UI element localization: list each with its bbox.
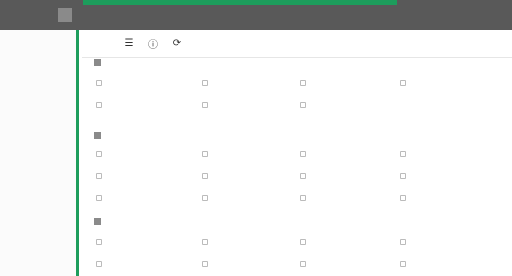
menu-link[interactable]	[96, 236, 105, 248]
menu-link[interactable]	[300, 192, 309, 204]
menu-link[interactable]	[400, 170, 409, 182]
menu-link[interactable]	[202, 148, 211, 160]
menu-link[interactable]	[96, 192, 105, 204]
menu-link[interactable]	[202, 192, 211, 204]
link-icon	[400, 151, 406, 157]
menu-link[interactable]	[300, 236, 309, 248]
link-icon	[96, 173, 102, 179]
menu-link[interactable]	[300, 170, 309, 182]
accent-strip	[83, 0, 397, 5]
link-icon	[202, 80, 208, 86]
section-icon	[94, 58, 101, 66]
menu-link[interactable]	[96, 258, 105, 270]
top-bar	[0, 0, 512, 30]
menu-link[interactable]	[96, 170, 105, 182]
link-icon	[300, 102, 306, 108]
menu-link[interactable]	[400, 77, 409, 89]
link-icon	[96, 195, 102, 201]
refresh-icon[interactable]: ⟳	[170, 36, 184, 50]
menu-link[interactable]	[202, 77, 211, 89]
link-icon	[96, 80, 102, 86]
sidebar	[0, 30, 79, 276]
link-icon	[202, 195, 208, 201]
link-icon	[202, 261, 208, 267]
link-icon	[300, 80, 306, 86]
link-icon	[300, 261, 306, 267]
link-icon	[202, 151, 208, 157]
menu-link[interactable]	[96, 99, 105, 111]
toolbar-divider	[82, 57, 512, 58]
link-icon	[400, 80, 406, 86]
menu-link[interactable]	[400, 236, 409, 248]
menu-link[interactable]	[96, 77, 105, 89]
menu-link[interactable]	[202, 236, 211, 248]
menu-link[interactable]	[400, 148, 409, 160]
link-icon	[400, 239, 406, 245]
section-header	[94, 128, 107, 142]
menu-link[interactable]	[202, 99, 211, 111]
link-icon	[300, 195, 306, 201]
link-icon	[202, 173, 208, 179]
main-panel: ☰ ⓘ ⟳	[82, 30, 512, 276]
link-icon	[96, 261, 102, 267]
link-icon	[300, 173, 306, 179]
link-icon	[300, 239, 306, 245]
link-icon	[96, 102, 102, 108]
menu-link[interactable]	[400, 192, 409, 204]
section-header	[94, 214, 107, 228]
menu-link[interactable]	[300, 258, 309, 270]
link-icon	[96, 239, 102, 245]
menu-link[interactable]	[300, 148, 309, 160]
link-icon	[300, 151, 306, 157]
link-icon	[202, 239, 208, 245]
menu-link[interactable]	[400, 258, 409, 270]
link-icon	[400, 261, 406, 267]
menu-link[interactable]	[300, 77, 309, 89]
menu-link[interactable]	[300, 99, 309, 111]
section-header	[94, 55, 107, 69]
menu-link[interactable]	[202, 170, 211, 182]
info-icon[interactable]: ⓘ	[146, 36, 160, 51]
section-icon	[94, 217, 101, 225]
link-icon	[96, 151, 102, 157]
link-icon	[400, 195, 406, 201]
collapse-sidebar-button[interactable]	[58, 8, 72, 22]
menu-link[interactable]	[96, 148, 105, 160]
link-icon	[400, 173, 406, 179]
section-icon	[94, 131, 101, 139]
list-icon[interactable]: ☰	[122, 36, 136, 50]
menu-link[interactable]	[202, 258, 211, 270]
link-icon	[202, 102, 208, 108]
toolbar: ☰ ⓘ ⟳	[94, 34, 184, 52]
